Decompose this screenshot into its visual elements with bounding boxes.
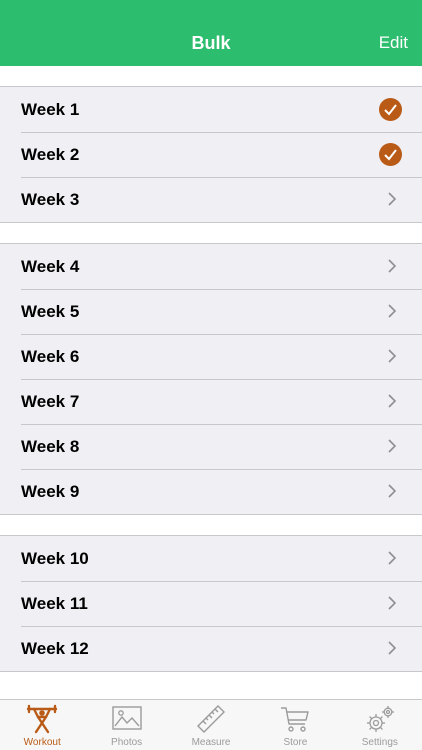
tab-label: Measure (191, 737, 231, 748)
tab-label: Settings (361, 737, 398, 748)
week-label: Week 1 (21, 99, 80, 119)
week-list[interactable]: Week 1 Week 2 Week 3 Week 4 Week 5 Week … (0, 66, 422, 699)
edit-button[interactable]: Edit (379, 33, 408, 53)
week-label: Week 9 (21, 481, 80, 501)
week-label: Week 12 (21, 638, 89, 658)
chevron-right-icon (388, 439, 397, 453)
chevron-right-icon (388, 192, 397, 206)
week-row[interactable]: Week 7 (0, 379, 422, 424)
tab-label: Photos (111, 737, 143, 748)
weightlifter-icon (27, 704, 58, 734)
chevron-right-icon (388, 641, 397, 655)
chevron-right-icon (388, 551, 397, 565)
photo-icon (111, 706, 142, 730)
tab-store[interactable]: Store (253, 700, 337, 750)
tab-label: Workout (23, 737, 61, 748)
tab-workout[interactable]: Workout (0, 700, 84, 750)
ruler-icon (197, 705, 226, 733)
week-section-1: Week 1 Week 2 Week 3 (0, 86, 422, 223)
week-row[interactable]: Week 6 (0, 334, 422, 379)
checkmark-icon (379, 98, 402, 121)
week-section-2: Week 4 Week 5 Week 6 Week 7 Week 8 Week … (0, 243, 422, 515)
week-row[interactable]: Week 11 (0, 581, 422, 626)
week-label: Week 5 (21, 301, 80, 321)
cart-icon (281, 707, 310, 732)
chevron-right-icon (388, 484, 397, 498)
tab-bar: Workout Photos Measure Store Settings (0, 699, 422, 750)
week-label: Week 4 (21, 256, 80, 276)
tab-settings[interactable]: Settings (338, 700, 422, 750)
week-row[interactable]: Week 10 (0, 536, 422, 581)
chevron-right-icon (388, 394, 397, 408)
week-row[interactable]: Week 5 (0, 289, 422, 334)
chevron-right-icon (388, 349, 397, 363)
week-section-3: Week 10 Week 11 Week 12 (0, 535, 422, 672)
week-label: Week 2 (21, 144, 80, 164)
tab-label: Store (283, 737, 308, 748)
week-label: Week 3 (21, 189, 80, 209)
tab-measure[interactable]: Measure (169, 700, 253, 750)
page-title: Bulk (191, 33, 231, 53)
week-row[interactable]: Week 8 (0, 424, 422, 469)
chevron-right-icon (388, 596, 397, 610)
gears-icon (366, 706, 394, 732)
week-row[interactable]: Week 9 (0, 469, 422, 514)
nav-bar: Bulk Edit (0, 0, 422, 66)
week-label: Week 10 (21, 548, 89, 568)
checkmark-icon (379, 143, 402, 166)
week-label: Week 11 (21, 593, 88, 613)
week-label: Week 7 (21, 391, 80, 411)
week-label: Week 6 (21, 346, 80, 366)
week-row[interactable]: Week 3 (0, 177, 422, 222)
week-row[interactable]: Week 2 (0, 132, 422, 177)
tab-photos[interactable]: Photos (84, 700, 168, 750)
chevron-right-icon (388, 259, 397, 273)
week-label: Week 8 (21, 436, 80, 456)
week-row[interactable]: Week 1 (0, 87, 422, 132)
week-row[interactable]: Week 12 (0, 626, 422, 671)
chevron-right-icon (388, 304, 397, 318)
week-row[interactable]: Week 4 (0, 244, 422, 289)
